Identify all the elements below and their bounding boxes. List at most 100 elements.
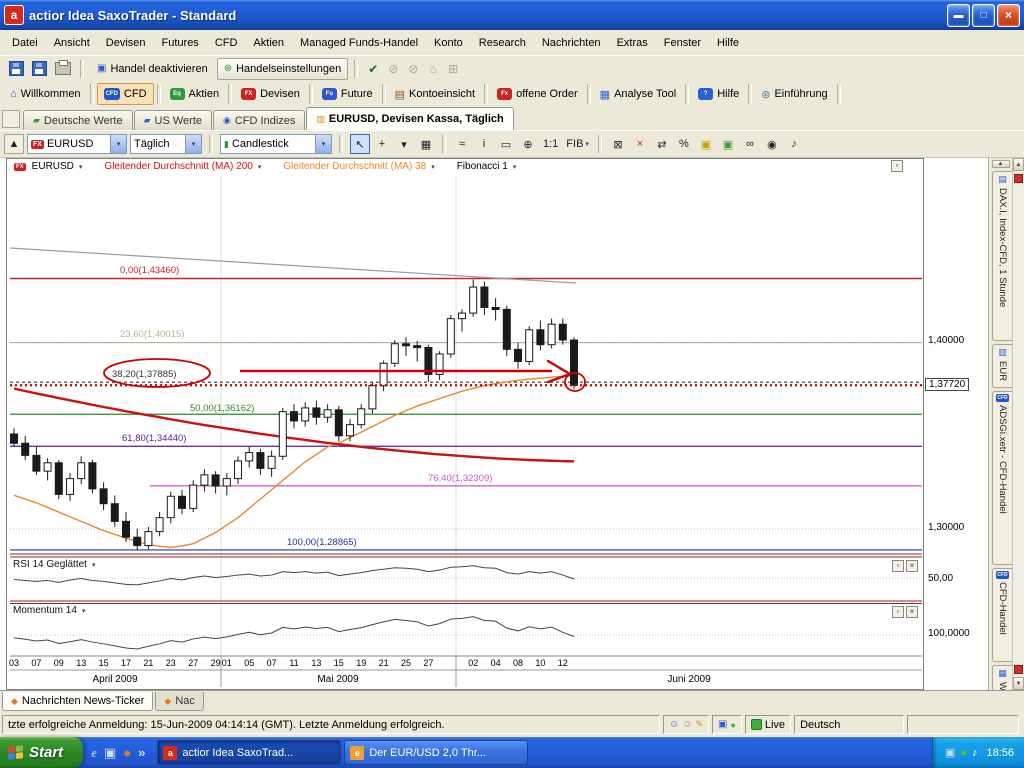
module-einf-hrung[interactable]: ⊛Einführung [755,83,833,105]
security-icon[interactable]: ● [960,747,967,759]
chevron-down-icon[interactable]: ▾ [110,135,126,153]
dock-tab-eur[interactable]: ▥EUR [992,344,1012,388]
compare-tool[interactable]: ⇄ [652,134,672,154]
module-offene-order[interactable]: Fxoffene Order [491,83,584,105]
remove-study-tool[interactable]: × [630,134,650,154]
pointer-tool[interactable]: ↖ [350,134,370,154]
info-tool[interactable]: i [474,134,494,154]
period-combo[interactable]: Täglich ▾ [130,134,202,154]
menu-cfd[interactable]: CFD [207,33,246,53]
start-button[interactable]: Start [0,737,83,768]
save-all-icon[interactable] [32,61,47,76]
menu-konto[interactable]: Konto [426,33,471,53]
dock-tab-adsgi-xetr-cfd-handel[interactable]: CFDADSGi.xetr - CFD-Handel [992,391,1012,565]
print-icon[interactable] [55,62,71,75]
chevron-down-icon[interactable]: ▾ [185,135,201,153]
tab-us-werte[interactable]: ▰US Werte [134,110,212,130]
minimize-button[interactable]: ▬ [947,4,970,27]
annotation-tool[interactable]: ▭ [496,134,516,154]
link-tool[interactable]: ∞ [740,134,760,154]
indicator-tool[interactable]: ≈ [452,134,472,154]
module-willkommen[interactable]: ⌂Willkommen [4,83,87,105]
menu-datei[interactable]: Datei [4,33,46,53]
menu-futures[interactable]: Futures [154,33,207,53]
network-icon[interactable]: ▣ [945,746,955,759]
eraser-tool[interactable]: ⊠ [608,134,628,154]
ie-icon[interactable]: e [91,745,97,761]
dock-tab-cfd-handel[interactable]: CFDCFD-Handel [992,568,1012,662]
legend-eurusd[interactable]: FXEURUSD▾ [14,161,82,172]
legend-gleitender-durchschnitt-ma-200[interactable]: Gleitender Durchschnitt (MA) 200▾ [104,161,261,172]
scrollbar-up-button[interactable]: ▲ [1013,158,1024,171]
trade-disable-button[interactable]: ▣ Handel deaktivieren [90,58,215,80]
grid-toggle[interactable]: ▦ [416,134,436,154]
zoom-tool[interactable]: ⊕ [518,134,538,154]
menu-ansicht[interactable]: Ansicht [46,33,98,53]
legend-fibonacci-1[interactable]: Fibonacci 1▾ [457,161,517,172]
volume-icon[interactable]: ♪ [972,747,978,759]
ticker-tab-nachrichten-news-ticker[interactable]: ◆Nachrichten News-Ticker [2,692,153,711]
menu-extras[interactable]: Extras [609,33,656,53]
link-window-green[interactable]: ▣ [718,134,738,154]
snapshot-tool[interactable]: ◉ [762,134,782,154]
module-hilfe[interactable]: ?Hilfe [692,83,745,105]
menu-nachrichten[interactable]: Nachrichten [534,33,609,53]
task-actior-idea-saxotrad[interactable]: aactior Idea SaxoTrad... [157,740,341,765]
one-to-one-tool[interactable]: 1:1 [540,134,561,154]
tab-deutsche-werte[interactable]: ▰Deutsche Werte [23,110,133,130]
menu-fenster[interactable]: Fenster [656,33,709,53]
module-cfd[interactable]: CFDCFD [97,83,154,105]
momentum-close-button[interactable]: × [906,606,918,618]
menu-hilfe[interactable]: Hilfe [709,33,747,53]
menu-devisen[interactable]: Devisen [98,33,154,53]
tool-dropdown[interactable]: ▾ [394,134,414,154]
legend-gleitender-durchschnitt-ma-38[interactable]: Gleitender Durchschnitt (MA) 38▾ [283,161,434,172]
symbol-combo[interactable]: FX EURUSD ▾ [27,134,127,154]
language-panel[interactable]: Deutsch [794,715,904,734]
percent-tool[interactable]: % [674,134,694,154]
momentum-restore-button[interactable]: ▫ [892,606,904,618]
fx-icon: FX [241,88,256,100]
price-chart[interactable] [6,158,924,690]
rsi-restore-button[interactable]: ▫ [892,560,904,572]
save-icon[interactable] [9,61,24,76]
tab-eurusd-devisen-kassa-t-glich[interactable]: ▥EURUSD, Devisen Kassa, Täglich [306,107,513,130]
tab-scroll-button[interactable] [2,110,20,128]
price-alert-tool[interactable]: ♪ [784,134,804,154]
rsi-pane-header[interactable]: RSI 14 Geglättet ▾ [13,559,95,570]
right-scrollbar[interactable]: ▲ ▼ [1012,158,1024,690]
ticker-tab-nac[interactable]: ◆Nac [155,692,203,711]
instrument-scroll-button[interactable]: ▲ [4,134,24,154]
crosshair-tool[interactable]: + [372,134,392,154]
trade-settings-button[interactable]: ⊕ Handelseinstellungen [217,58,349,80]
menu-aktien[interactable]: Aktien [245,33,292,53]
tab-cfd-indizes[interactable]: ◉CFD Indizes [213,110,305,130]
chevron-down-icon[interactable]: ▾ [315,135,331,153]
desktop-icon[interactable]: ▣ [104,745,116,761]
tab-label: US Werte [155,115,202,127]
menu-managed-funds-handel[interactable]: Managed Funds-Handel [292,33,426,53]
rsi-close-button[interactable]: × [906,560,918,572]
module-future[interactable]: FuFuture [316,83,379,105]
fibonacci-tool[interactable]: FIB▾ [563,134,592,154]
trade-disable-label: Handel deaktivieren [110,63,207,75]
momentum-pane-header[interactable]: Momentum 14 ▾ [13,605,85,616]
window-titlebar[interactable]: a actior Idea SaxoTrader - Standard ▬ □ … [0,0,1024,30]
chart-restore-button[interactable]: ▫ [891,160,903,172]
dock-scroll-up[interactable]: ▲ [992,160,1010,168]
maximize-button[interactable]: □ [972,4,995,27]
dock-tab-dax-i-index-cfd-1-stunde[interactable]: ▤DAX.I, Index-CFD, 1 Stunde [992,171,1012,341]
close-button[interactable]: × [997,4,1020,27]
more-chevron-icon[interactable]: » [138,745,145,760]
module-aktien[interactable]: EqAktien [164,83,226,105]
link-window-yellow[interactable]: ▣ [696,134,716,154]
browser-icon[interactable]: ● [123,745,131,760]
confirm-icon[interactable]: ✔ [364,60,382,78]
module-analyse-tool[interactable]: ▦Analyse Tool [594,83,683,105]
task-der-eur-usd-2-0-thr[interactable]: eDer EUR/USD 2,0 Thr... [344,740,528,765]
scrollbar-down-button[interactable]: ▼ [1013,677,1024,690]
module-devisen[interactable]: FXDevisen [235,83,306,105]
menu-research[interactable]: Research [471,33,534,53]
chart-type-combo[interactable]: ▮ Candlestick ▾ [220,134,332,154]
module-kontoeinsicht[interactable]: ▤Kontoeinsicht [389,83,481,105]
